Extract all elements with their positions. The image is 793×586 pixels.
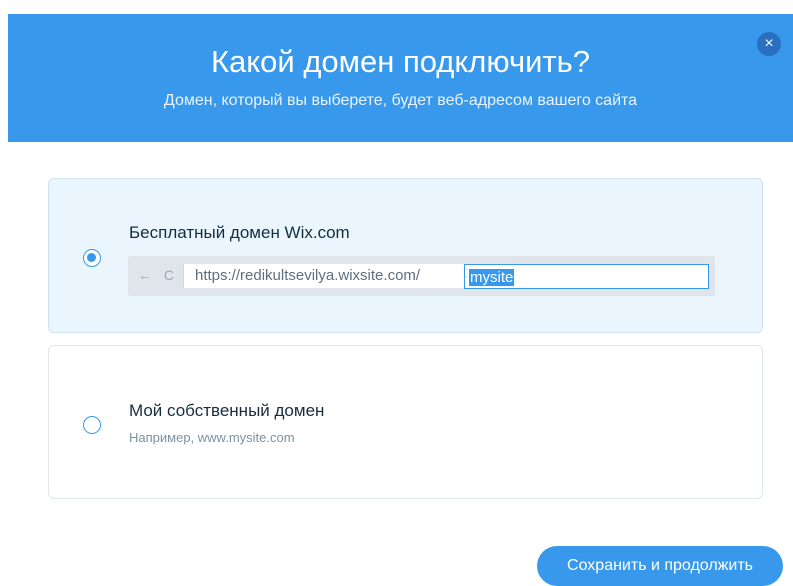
- dialog-header: Какой домен подключить? Домен, который в…: [8, 14, 793, 142]
- own-domain-option[interactable]: Мой собственный домен Например, www.mysi…: [48, 345, 763, 499]
- url-bar: ← C https://redikultsevilya.wixsite.com/…: [128, 256, 715, 296]
- save-continue-button[interactable]: Сохранить и продолжить: [537, 546, 783, 586]
- site-name-selected-text: mysite: [469, 269, 515, 286]
- free-domain-radio[interactable]: [83, 249, 101, 267]
- close-icon[interactable]: ×: [757, 32, 781, 56]
- back-refresh-icon: ← C: [138, 267, 178, 283]
- own-domain-radio[interactable]: [83, 416, 101, 434]
- dialog-title: Какой домен подключить?: [210, 44, 591, 79]
- own-domain-label: Мой собственный домен: [129, 401, 325, 420]
- free-domain-label: Бесплатный домен Wix.com: [129, 223, 350, 242]
- dialog-subtitle: Домен, который вы выберете, будет веб-ад…: [163, 92, 638, 109]
- free-domain-option[interactable]: Бесплатный домен Wix.com ← C https://red…: [48, 178, 763, 333]
- own-domain-example: Например, www.mysite.com: [129, 430, 295, 445]
